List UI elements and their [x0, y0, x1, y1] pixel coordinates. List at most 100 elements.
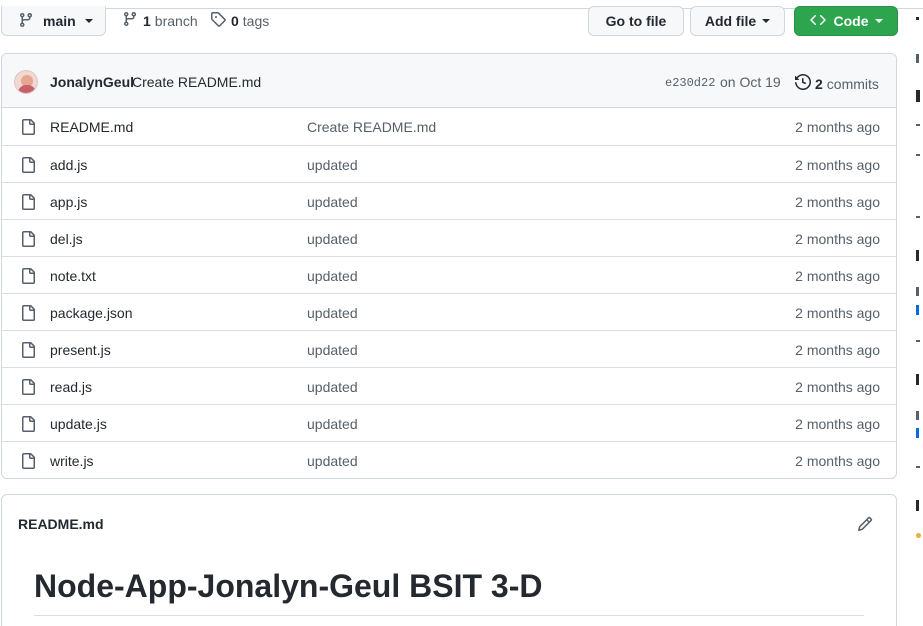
chevron-down-icon	[84, 19, 93, 23]
table-row[interactable]: present.js updated 2 months ago	[2, 330, 896, 367]
sidebar-fragment	[916, 500, 919, 511]
file-age: 2 months ago	[795, 416, 880, 432]
table-row[interactable]: package.json updated 2 months ago	[2, 293, 896, 330]
sidebar-fragment	[916, 17, 919, 20]
sidebar-fragment	[916, 340, 920, 342]
table-row[interactable]: write.js updated 2 months ago	[2, 441, 896, 478]
table-row[interactable]: update.js updated 2 months ago	[2, 404, 896, 441]
chevron-down-icon	[874, 19, 883, 23]
readme-box: README.md Node-App-Jonalyn-Geul BSIT 3-D	[1, 494, 897, 626]
sidebar-fragment	[916, 428, 919, 438]
file-commit-message[interactable]: updated	[307, 305, 358, 321]
sidebar-fragment	[916, 250, 919, 261]
commits-count: 2	[815, 75, 823, 92]
commits-label: commits	[826, 75, 879, 92]
file-age: 2 months ago	[795, 157, 880, 173]
history-icon	[795, 73, 815, 93]
readme-filename[interactable]: README.md	[18, 516, 104, 532]
file-commit-message[interactable]: updated	[307, 231, 358, 247]
file-icon	[20, 342, 36, 361]
divider	[34, 615, 864, 616]
file-name[interactable]: package.json	[50, 305, 133, 321]
tags-link[interactable]: 0 tags	[210, 11, 269, 30]
add-file-label: Add file	[704, 13, 757, 29]
file-icon	[20, 379, 36, 398]
sidebar-fragment	[916, 124, 920, 126]
table-row[interactable]: README.md Create README.md 2 months ago	[2, 108, 896, 145]
file-icon	[20, 119, 36, 138]
commits-link[interactable]: 2 commits	[795, 73, 879, 93]
commit-author[interactable]: JonalynGeul	[50, 74, 134, 90]
file-list: README.md Create README.md 2 months ago add…	[2, 108, 896, 478]
file-name[interactable]: present.js	[50, 342, 111, 358]
avatar[interactable]	[14, 70, 38, 94]
file-icon	[20, 453, 36, 472]
pencil-icon[interactable]	[857, 516, 873, 535]
file-name[interactable]: README.md	[50, 119, 133, 135]
sidebar-fragment	[916, 305, 919, 315]
file-name[interactable]: update.js	[50, 416, 107, 432]
commit-date[interactable]: on Oct 19	[720, 74, 781, 90]
file-age: 2 months ago	[795, 194, 880, 210]
file-icon	[20, 157, 36, 176]
code-icon	[809, 12, 834, 31]
branches-link[interactable]: 1 branch	[122, 11, 198, 30]
file-commit-message[interactable]: updated	[307, 416, 358, 432]
file-age: 2 months ago	[795, 268, 880, 284]
sidebar-fragment	[916, 216, 920, 218]
file-commit-message[interactable]: updated	[307, 379, 358, 395]
file-name[interactable]: write.js	[50, 453, 94, 469]
file-age: 2 months ago	[795, 119, 880, 135]
file-commit-message[interactable]: updated	[307, 342, 358, 358]
file-age: 2 months ago	[795, 453, 880, 469]
file-commit-message[interactable]: updated	[307, 268, 358, 284]
file-commit-message[interactable]: updated	[307, 194, 358, 210]
add-file-button[interactable]: Add file	[690, 6, 785, 36]
chevron-down-icon	[762, 19, 771, 23]
file-browser: JonalynGeul Create README.md e230d22 on …	[1, 53, 897, 479]
file-age: 2 months ago	[795, 305, 880, 321]
file-name[interactable]: note.txt	[50, 268, 96, 284]
file-commit-message[interactable]: updated	[307, 157, 358, 173]
file-icon	[20, 231, 36, 250]
table-row[interactable]: add.js updated 2 months ago	[2, 145, 896, 182]
sidebar-fragment	[916, 287, 919, 296]
latest-commit-bar: JonalynGeul Create README.md e230d22 on …	[2, 54, 896, 108]
readme-heading: Node-App-Jonalyn-Geul BSIT 3-D	[34, 568, 543, 604]
git-branch-icon	[122, 11, 143, 30]
file-name[interactable]: del.js	[50, 231, 83, 247]
file-icon	[20, 194, 36, 213]
file-name[interactable]: add.js	[50, 157, 87, 173]
sidebar-fragment	[916, 466, 920, 468]
git-branch-icon	[18, 12, 43, 31]
go-to-file-button[interactable]: Go to file	[588, 6, 684, 36]
commit-message[interactable]: Create README.md	[132, 74, 261, 90]
file-age: 2 months ago	[795, 342, 880, 358]
branch-select-button[interactable]: main	[1, 6, 106, 36]
table-row[interactable]: del.js updated 2 months ago	[2, 219, 896, 256]
sidebar-fragment	[916, 54, 919, 63]
file-commit-message[interactable]: Create README.md	[307, 119, 436, 135]
sidebar-fragment	[916, 154, 920, 156]
file-commit-message[interactable]: updated	[307, 453, 358, 469]
code-button[interactable]: Code	[794, 6, 898, 36]
code-label: Code	[833, 13, 869, 29]
table-row[interactable]: app.js updated 2 months ago	[2, 182, 896, 219]
commit-sha[interactable]: e230d22	[665, 76, 715, 90]
tag-icon	[210, 11, 231, 30]
table-row[interactable]: note.txt updated 2 months ago	[2, 256, 896, 293]
go-to-file-label: Go to file	[605, 13, 667, 29]
branch-name: main	[43, 13, 76, 29]
sidebar-fragment	[916, 90, 920, 102]
file-name[interactable]: app.js	[50, 194, 87, 210]
file-age: 2 months ago	[795, 231, 880, 247]
branches-count: 1	[143, 12, 151, 29]
tags-label: tags	[242, 12, 270, 29]
sidebar-fragment	[916, 411, 919, 420]
file-name[interactable]: read.js	[50, 379, 92, 395]
tags-count: 0	[231, 12, 239, 29]
file-icon	[20, 305, 36, 324]
file-age: 2 months ago	[795, 379, 880, 395]
repo-toolbar: main 1 branch 0 tags Go to file Add file…	[0, 0, 923, 44]
table-row[interactable]: read.js updated 2 months ago	[2, 367, 896, 404]
